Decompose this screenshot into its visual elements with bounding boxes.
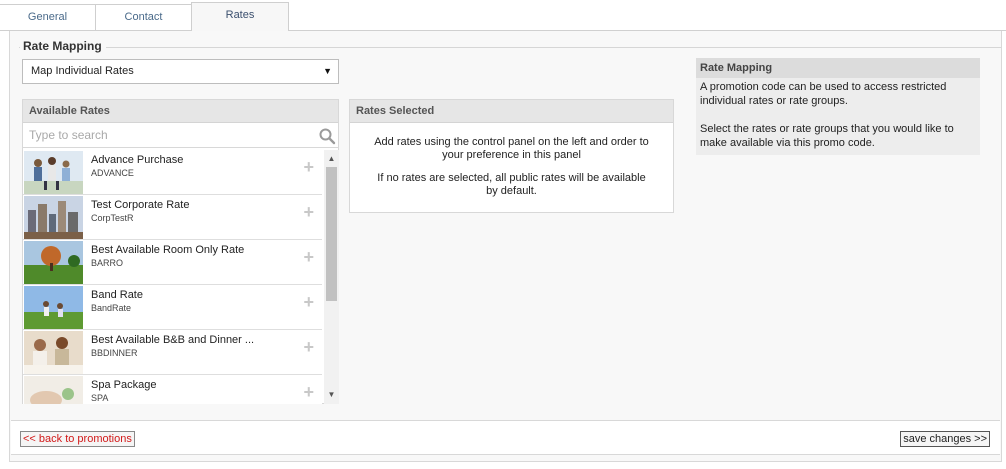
add-rate-plus-icon[interactable]: + [303, 293, 314, 311]
help-body: A promotion code can be used to access r… [696, 78, 980, 150]
rate-name: Best Available Room Only Rate [91, 244, 245, 256]
tab-general[interactable]: General [0, 4, 96, 31]
save-changes-button[interactable]: save changes >> [900, 431, 990, 447]
rate-code: BandRate [91, 303, 132, 313]
rate-mapping-help-box: Rate Mapping A promotion code can be use… [696, 58, 980, 155]
form-footer: << back to promotions save changes >> [11, 420, 1000, 455]
rates-selected-instructions: Add rates using the control panel on the… [350, 123, 673, 198]
rate-thumbnail-image [24, 376, 83, 404]
rate-list-item[interactable]: Advance Purchase ADVANCE + [23, 150, 322, 195]
back-to-promotions-button[interactable]: << back to promotions [20, 431, 135, 447]
scrollbar-thumb[interactable] [326, 167, 337, 301]
help-paragraph-1: A promotion code can be used to access r… [700, 81, 947, 107]
rate-search-bar [23, 123, 338, 148]
add-rate-plus-icon[interactable]: + [303, 338, 314, 356]
rate-search-input[interactable] [23, 123, 313, 147]
rate-thumbnail-image [24, 196, 83, 239]
rates-selected-instruction-2: If no rates are selected, all public rat… [377, 172, 646, 197]
scroll-up-arrow-icon[interactable]: ▲ [324, 152, 339, 166]
rates-selected-header: Rates Selected [350, 100, 673, 123]
add-rate-plus-icon[interactable]: + [303, 158, 314, 176]
rate-name: Best Available B&B and Dinner ... [91, 334, 255, 346]
rates-tab-content: Rate Mapping Map Individual Rates ▼ Avai… [9, 31, 1002, 462]
rate-code: ADVANCE [91, 168, 134, 178]
rate-code: BBDINNER [91, 348, 138, 358]
help-paragraph-2: Select the rates or rate groups that you… [700, 123, 954, 149]
search-icon[interactable] [318, 127, 336, 145]
fieldset-divider [19, 47, 1001, 48]
rate-mapping-mode-select[interactable]: Map Individual Rates ▼ [22, 59, 339, 84]
rate-list-item[interactable]: Spa Package SPA + [23, 375, 322, 404]
rate-mapping-legend: Rate Mapping [20, 39, 106, 53]
dropdown-arrow-icon: ▼ [323, 66, 332, 76]
rate-thumbnail-image [24, 331, 83, 374]
rate-name: Spa Package [91, 379, 157, 391]
available-rates-header: Available Rates [23, 100, 338, 123]
rate-code: CorpTestR [91, 213, 134, 223]
tab-rates[interactable]: Rates [191, 2, 289, 32]
available-rates-list: Advance Purchase ADVANCE + Test Corporat… [23, 150, 322, 404]
rate-thumbnail-image [24, 286, 83, 329]
rate-list-item[interactable]: Best Available Room Only Rate BARRO + [23, 240, 322, 285]
rates-selected-instruction-1: Add rates using the control panel on the… [374, 136, 649, 161]
add-rate-plus-icon[interactable]: + [303, 203, 314, 221]
rate-code: SPA [91, 393, 109, 403]
available-rates-panel: Available Rates Type to search Advance P… [22, 99, 339, 404]
rate-thumbnail-image [24, 241, 83, 284]
rate-code: BARRO [91, 258, 124, 268]
rate-name: Test Corporate Rate [91, 199, 190, 211]
rates-list-scrollbar[interactable]: ▲ ▼ [324, 150, 339, 404]
rate-list-item[interactable]: Best Available B&B and Dinner ... BBDINN… [23, 330, 322, 375]
help-title: Rate Mapping [696, 58, 980, 78]
select-value: Map Individual Rates [31, 65, 134, 77]
add-rate-plus-icon[interactable]: + [303, 383, 314, 401]
add-rate-plus-icon[interactable]: + [303, 248, 314, 266]
rates-selected-panel: Rates Selected Add rates using the contr… [349, 99, 674, 213]
rate-list-item[interactable]: Band Rate BandRate + [23, 285, 322, 330]
rate-list-item[interactable]: Test Corporate Rate CorpTestR + [23, 195, 322, 240]
tab-contact[interactable]: Contact [95, 4, 192, 31]
tab-bar: General Contact Rates [0, 0, 1006, 32]
scroll-down-arrow-icon[interactable]: ▼ [324, 388, 339, 402]
rate-thumbnail-image [24, 151, 83, 194]
rate-name: Band Rate [91, 289, 143, 301]
rate-name: Advance Purchase [91, 154, 184, 166]
